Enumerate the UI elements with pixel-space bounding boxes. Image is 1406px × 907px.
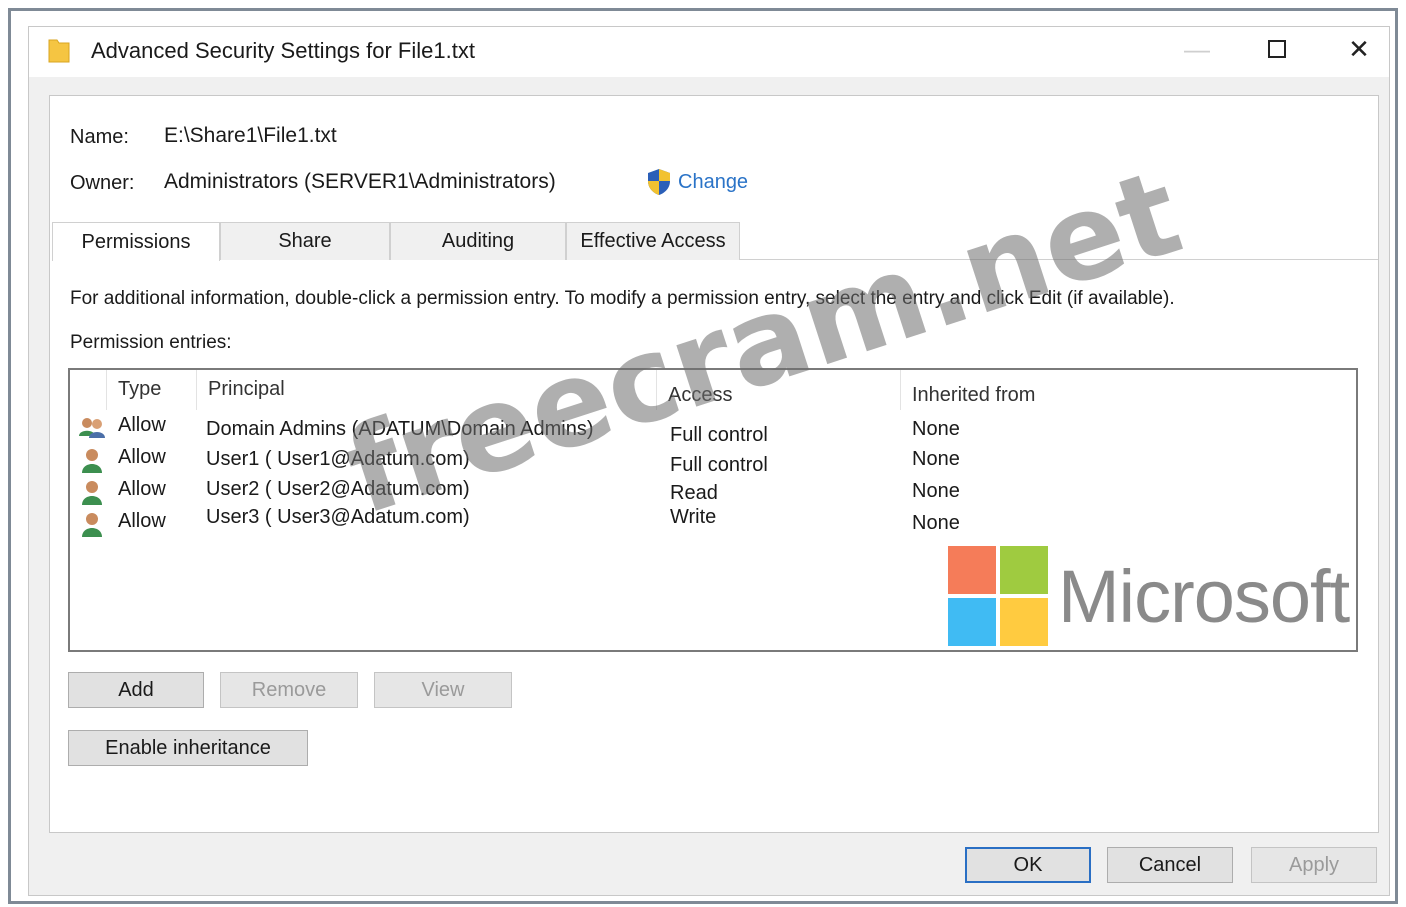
cell-inherited: None [912, 448, 960, 470]
cancel-button[interactable]: Cancel [1107, 847, 1233, 883]
cell-principal: Domain Admins (ADATUM\Domain Admins) [206, 418, 594, 440]
cell-principal: User3 ( User3@Adatum.com) [206, 506, 470, 528]
cell-inherited: None [912, 480, 960, 502]
logo-square [948, 546, 996, 594]
user-icon [82, 481, 102, 505]
add-button[interactable]: Add [68, 672, 204, 708]
cell-type: Allow [118, 414, 166, 436]
column-separator [196, 370, 197, 410]
cell-principal: User1 ( User1@Adatum.com) [206, 448, 470, 470]
column-header-inherited[interactable]: Inherited from [912, 384, 1035, 407]
cell-access: Full control [670, 454, 768, 476]
logo-square [1000, 598, 1048, 646]
shield-icon [648, 169, 670, 195]
change-link-label: Change [678, 170, 749, 193]
tab-share[interactable]: Share [220, 222, 390, 260]
user-icon [82, 449, 102, 473]
name-value: E:\Share1\File1.txt [164, 124, 337, 147]
microsoft-wordmark: Microsoft [1058, 554, 1350, 638]
cell-access: Full control [670, 424, 768, 446]
table-row[interactable]: Allow User1 ( User1@Adatum.com) Full con… [70, 446, 1356, 476]
logo-square [1000, 546, 1048, 594]
column-separator [106, 370, 107, 410]
minimize-icon: — [1184, 33, 1210, 64]
cell-inherited: None [912, 512, 960, 534]
cell-access: Write [670, 506, 717, 528]
remove-button[interactable]: Remove [220, 672, 358, 708]
column-header-access[interactable]: Access [668, 384, 732, 407]
enable-inheritance-button[interactable]: Enable inheritance [68, 730, 308, 766]
owner-value: Administrators (SERVER1\Administrators) [164, 170, 556, 193]
apply-button[interactable]: Apply [1251, 847, 1377, 883]
info-text: For additional information, double-click… [70, 288, 1175, 309]
cell-type: Allow [118, 510, 166, 532]
maximize-icon [1268, 40, 1286, 58]
cell-type: Allow [118, 478, 166, 500]
cell-principal: User2 ( User2@Adatum.com) [206, 478, 470, 500]
microsoft-logo-icon [948, 546, 1048, 646]
user-icon [82, 513, 102, 537]
table-row[interactable]: Allow Domain Admins (ADATUM\Domain Admin… [70, 414, 1356, 446]
owner-label: Owner: [70, 172, 135, 194]
tab-auditing[interactable]: Auditing [390, 222, 566, 260]
close-button[interactable]: ✕ [1331, 27, 1387, 71]
cell-access: Read [670, 482, 718, 504]
cell-type: Allow [118, 446, 166, 468]
group-icon [79, 418, 105, 438]
name-label: Name: [70, 126, 129, 148]
column-header-type[interactable]: Type [118, 378, 161, 401]
advanced-security-dialog: Advanced Security Settings for File1.txt… [28, 26, 1390, 896]
ok-button[interactable]: OK [965, 847, 1091, 883]
column-separator [656, 370, 657, 410]
maximize-button[interactable] [1249, 27, 1305, 71]
window-title: Advanced Security Settings for File1.txt [91, 38, 475, 63]
tab-effective-access[interactable]: Effective Access [566, 222, 740, 260]
cell-inherited: None [912, 418, 960, 440]
permission-entries-label: Permission entries: [70, 332, 232, 353]
content-panel: Name: E:\Share1\File1.txt Owner: Adminis… [49, 95, 1379, 833]
microsoft-logo-overlay: Microsoft [948, 546, 1350, 646]
tab-strip: Permissions Share Auditing Effective Acc… [52, 222, 1378, 261]
logo-square [948, 598, 996, 646]
title-bar: Advanced Security Settings for File1.txt… [29, 27, 1389, 77]
column-separator [900, 370, 901, 410]
view-button[interactable]: View [374, 672, 512, 708]
minimize-button[interactable]: — [1169, 27, 1225, 71]
folder-icon [48, 39, 70, 63]
table-row[interactable]: Allow User3 ( User3@Adatum.com) Write No… [70, 506, 1356, 540]
tab-permissions[interactable]: Permissions [52, 222, 220, 261]
close-icon: ✕ [1348, 33, 1370, 64]
column-header-principal[interactable]: Principal [208, 378, 285, 401]
table-row[interactable]: Allow User2 ( User2@Adatum.com) Read Non… [70, 478, 1356, 508]
change-owner-link[interactable]: Change [646, 168, 748, 196]
